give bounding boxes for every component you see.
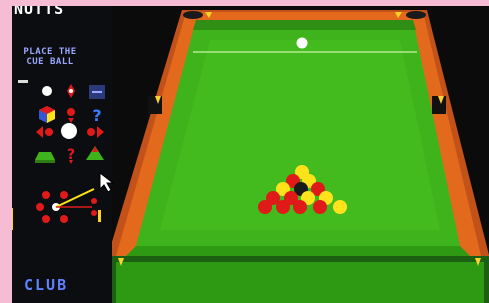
club-label: CLUB bbox=[24, 276, 69, 294]
border-left bbox=[0, 0, 12, 303]
red-ball bbox=[258, 200, 272, 214]
indicator-dash bbox=[18, 80, 28, 83]
border-top bbox=[0, 0, 489, 6]
move-right-icon[interactable] bbox=[84, 122, 106, 142]
spin-ball-icon[interactable] bbox=[58, 121, 80, 141]
cue-tip-icon[interactable] bbox=[60, 82, 82, 102]
aim-control-icon[interactable] bbox=[32, 183, 102, 227]
menu-icon[interactable] bbox=[86, 82, 108, 102]
red-ball bbox=[276, 200, 290, 214]
mouse-cursor-icon bbox=[99, 171, 115, 193]
pocket-top-right bbox=[406, 11, 426, 19]
pocket-top-left bbox=[183, 11, 203, 19]
help-small-icon[interactable]: ? bbox=[60, 144, 82, 164]
move-left-icon[interactable] bbox=[34, 122, 56, 142]
power-indicator-right bbox=[98, 210, 101, 222]
cue-ball[interactable] bbox=[296, 37, 308, 49]
game-screen: NUTTS PLACE THE CUE BALL ? ? CLUB bbox=[0, 0, 489, 303]
status-line-2: CUE BALL bbox=[26, 57, 74, 67]
table-tilt-icon[interactable] bbox=[84, 144, 106, 164]
cube-icon[interactable] bbox=[36, 104, 58, 124]
yellow-ball bbox=[333, 200, 347, 214]
red-ball bbox=[293, 200, 307, 214]
cue-ball-icon[interactable] bbox=[36, 82, 58, 102]
status-message: PLACE THE CUE BALL bbox=[2, 47, 98, 67]
red-ball bbox=[313, 200, 327, 214]
status-line-1: PLACE THE bbox=[23, 47, 77, 57]
table-flat-icon[interactable] bbox=[34, 146, 56, 166]
pocket-middle-right bbox=[432, 96, 446, 114]
help-icon[interactable]: ? bbox=[86, 104, 108, 124]
